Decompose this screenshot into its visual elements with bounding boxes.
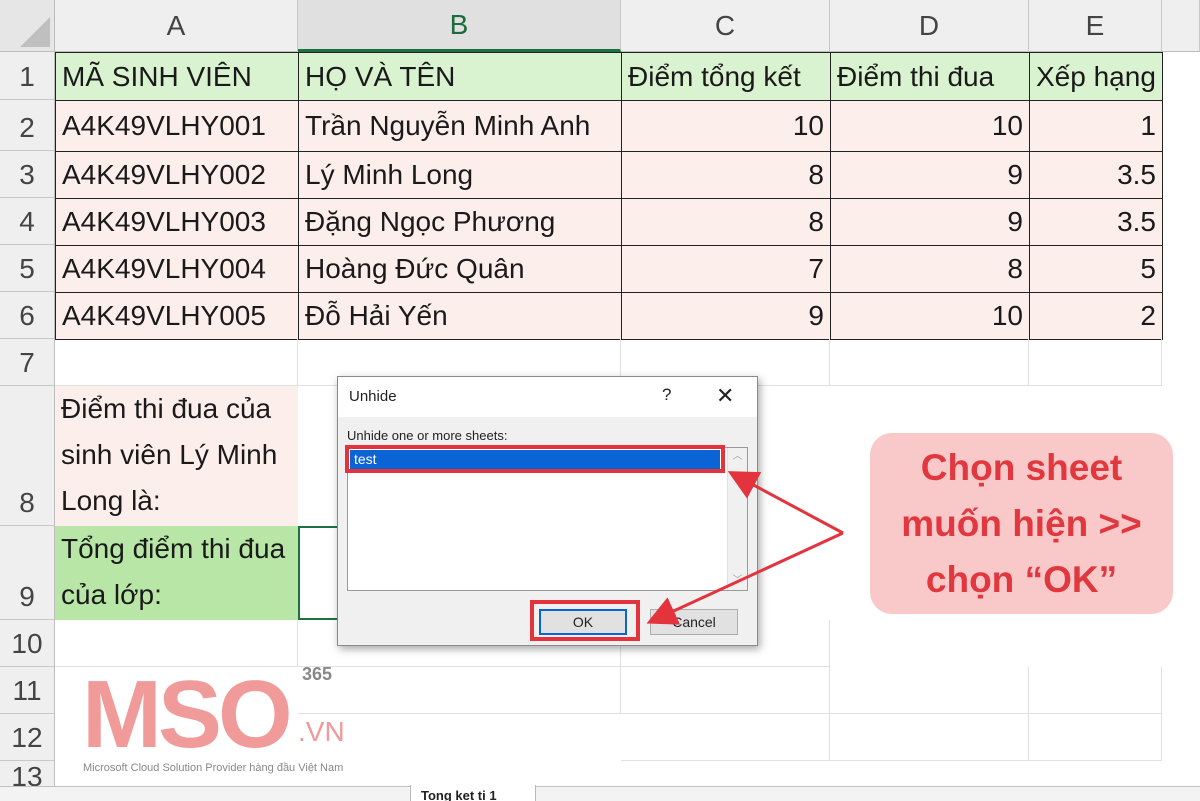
selected-cell-b9[interactable]: [298, 526, 338, 620]
table-cell[interactable]: Lý Minh Long: [298, 151, 622, 199]
table-cell[interactable]: Đỗ Hải Yến: [298, 292, 622, 340]
row-header-9[interactable]: 9: [0, 526, 55, 620]
column-header-b[interactable]: B: [298, 0, 621, 52]
row-header-1[interactable]: 1: [0, 52, 55, 100]
table-cell[interactable]: 1: [1029, 100, 1163, 152]
table-cell[interactable]: 10: [621, 100, 831, 152]
highlight-box-sheet-item: [345, 445, 725, 473]
table-cell[interactable]: 9: [621, 292, 831, 340]
row-header-12[interactable]: 12: [0, 714, 55, 761]
cancel-button[interactable]: Cancel: [650, 609, 738, 635]
table-cell[interactable]: 3.5: [1029, 151, 1163, 199]
instruction-callout: Chọn sheet muốn hiện >> chọn “OK”: [870, 433, 1173, 614]
table-cell[interactable]: 8: [621, 198, 831, 246]
row-header-5[interactable]: 5: [0, 245, 55, 292]
header-cell-full-name[interactable]: HỌ VÀ TÊN: [298, 52, 622, 101]
row-header-2[interactable]: 2: [0, 100, 55, 151]
empty-cell[interactable]: [621, 667, 830, 714]
table-cell[interactable]: 8: [830, 245, 1030, 293]
header-cell-final-score[interactable]: Điểm tổng kết: [621, 52, 831, 101]
header-cell-student-id[interactable]: MÃ SINH VIÊN: [55, 52, 299, 101]
sheet-tab-bar: Tong ket ti 1: [0, 785, 1200, 801]
sheet-tab[interactable]: Tong ket ti 1: [410, 785, 536, 801]
table-cell[interactable]: 3.5: [1029, 198, 1163, 246]
empty-cell[interactable]: [55, 339, 298, 386]
table-cell[interactable]: 10: [830, 100, 1030, 152]
table-cell[interactable]: 9: [830, 151, 1030, 199]
scroll-down-icon[interactable]: ﹀: [728, 572, 747, 590]
table-cell[interactable]: 9: [830, 198, 1030, 246]
row-header-3[interactable]: 3: [0, 151, 55, 198]
row-header-6[interactable]: 6: [0, 292, 55, 339]
row-header-4[interactable]: 4: [0, 198, 55, 245]
scroll-up-icon[interactable]: ︿: [728, 448, 747, 466]
table-cell[interactable]: 5: [1029, 245, 1163, 293]
empty-cell[interactable]: [830, 714, 1029, 761]
highlight-box-ok-button: [530, 600, 640, 641]
cell-a9-label[interactable]: Tổng điểm thi đua của lớp:: [55, 526, 298, 620]
logo-superscript: 365: [302, 664, 333, 684]
sheets-list-label: Unhide one or more sheets:: [347, 428, 508, 443]
listbox-scrollbar[interactable]: ︿ ﹀: [727, 448, 747, 590]
table-cell[interactable]: Hoàng Đức Quân: [298, 245, 622, 293]
logo-mark: MSO: [82, 661, 293, 768]
mso-logo: MSO 365 .VN Microsoft Cloud Solution Pro…: [80, 660, 370, 780]
table-cell[interactable]: Đặng Ngọc Phương: [298, 198, 622, 246]
logo-domain: .VN: [298, 716, 345, 747]
table-cell[interactable]: 10: [830, 292, 1030, 340]
empty-cell[interactable]: [621, 714, 830, 761]
column-header-e[interactable]: E: [1029, 0, 1162, 52]
table-cell[interactable]: Trần Nguyễn Minh Anh: [298, 100, 622, 152]
table-cell[interactable]: 2: [1029, 292, 1163, 340]
dialog-title: Unhide: [349, 388, 397, 405]
close-icon[interactable]: ✕: [716, 383, 734, 409]
table-cell[interactable]: A4K49VLHY003: [55, 198, 299, 246]
table-cell[interactable]: A4K49VLHY002: [55, 151, 299, 199]
table-cell[interactable]: A4K49VLHY005: [55, 292, 299, 340]
empty-cell[interactable]: [830, 339, 1029, 386]
empty-cell[interactable]: [1029, 714, 1162, 761]
empty-cell[interactable]: [1029, 339, 1162, 386]
table-cell[interactable]: 8: [621, 151, 831, 199]
row-header-11[interactable]: 11: [0, 667, 55, 714]
header-cell-emulation-score[interactable]: Điểm thi đua: [830, 52, 1030, 101]
row-header-8[interactable]: 8: [0, 386, 55, 526]
row-header-7[interactable]: 7: [0, 339, 55, 386]
logo-tagline: Microsoft Cloud Solution Provider hàng đ…: [83, 762, 344, 774]
column-header-c[interactable]: C: [621, 0, 830, 52]
dialog-titlebar: Unhide ? ✕: [338, 377, 757, 417]
table-cell[interactable]: A4K49VLHY001: [55, 100, 299, 152]
row-header-10[interactable]: 10: [0, 620, 55, 667]
column-header-a[interactable]: A: [55, 0, 298, 52]
table-cell[interactable]: 7: [621, 245, 831, 293]
header-cell-rank[interactable]: Xếp hạng: [1029, 52, 1163, 101]
callout-text: Chọn sheet muốn hiện >> chọn “OK”: [901, 446, 1142, 600]
help-icon[interactable]: ?: [662, 385, 671, 405]
column-header-f[interactable]: [1162, 0, 1200, 52]
empty-cell[interactable]: [1029, 667, 1162, 714]
select-all-corner[interactable]: [0, 0, 55, 52]
column-header-d[interactable]: D: [830, 0, 1029, 52]
empty-cell[interactable]: [830, 667, 1029, 714]
table-cell[interactable]: A4K49VLHY004: [55, 245, 299, 293]
cell-a8-label[interactable]: Điểm thi đua của sinh viên Lý Minh Long …: [55, 386, 298, 526]
